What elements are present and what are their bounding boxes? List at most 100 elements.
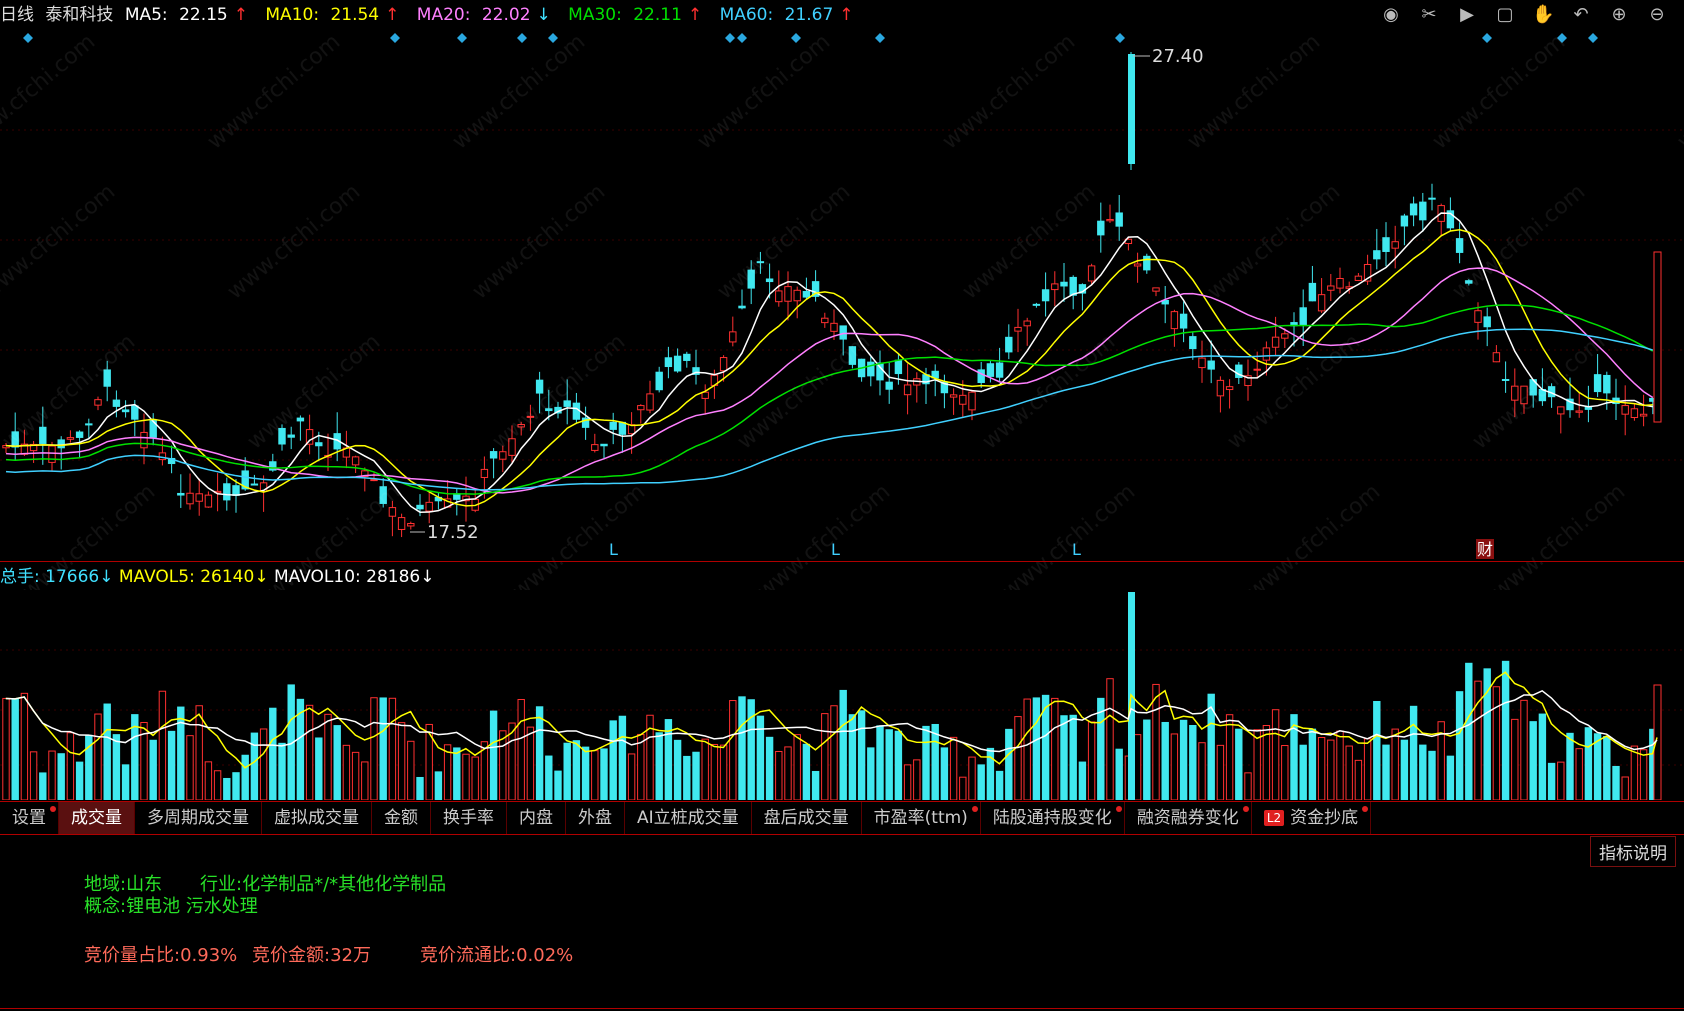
volume-bar — [959, 776, 967, 800]
volume-bar — [1087, 721, 1096, 800]
period-label[interactable]: 日线 — [0, 5, 34, 25]
volume-bar — [1373, 700, 1381, 800]
candle-body — [1653, 251, 1662, 423]
volume-bar — [922, 725, 930, 800]
watermark-text: www.cfchi.com — [243, 329, 385, 454]
volume-bar — [1630, 745, 1639, 800]
tab-3[interactable]: 虚拟成交量 — [262, 802, 372, 834]
candle-body — [572, 402, 581, 420]
candle-body — [729, 331, 737, 343]
volume-bar — [250, 732, 259, 800]
chart-header: 日线 泰和科技 MA5: 22.15 ↑ MA10: 21.54 ↑ MA20: 2… — [0, 0, 1684, 30]
volume-bar — [1216, 744, 1225, 800]
scissors-icon[interactable]: ✂ — [1418, 4, 1440, 26]
candle-body — [885, 381, 893, 390]
signal-diamond-icon — [457, 33, 467, 43]
tab-10[interactable]: 市盈率(ttm) — [862, 802, 981, 834]
watermark-text: www.cfchi.com — [713, 179, 855, 304]
volume-bar — [177, 706, 185, 800]
volume-bar — [1281, 745, 1289, 800]
signal-diamond-icon — [23, 33, 33, 43]
candle-body — [1630, 408, 1639, 419]
tab-label: 设置 — [12, 808, 46, 828]
play-icon[interactable]: ▶ — [1456, 4, 1478, 26]
candle-body — [195, 493, 203, 502]
volume-bar — [1097, 697, 1105, 800]
candle-body — [1428, 197, 1436, 200]
l-marker: L — [609, 540, 618, 559]
volume-bar — [1106, 678, 1114, 800]
ma30-line — [5, 304, 1654, 495]
tab-5[interactable]: 换手率 — [431, 802, 507, 834]
volume-bar — [811, 770, 820, 800]
volume-bar — [397, 722, 406, 800]
volume-bar — [1593, 733, 1602, 800]
volume-bar — [1032, 697, 1041, 800]
candle-body — [94, 399, 102, 406]
candle-body — [1373, 250, 1381, 260]
mavol10-readout: MAVOL10: 28186↓ — [273, 567, 435, 587]
tab-0[interactable]: 设置 — [0, 802, 59, 834]
tab-1[interactable]: 成交量 — [59, 802, 135, 834]
volume-bar — [729, 700, 737, 800]
zoom-in-icon[interactable]: ⊕ — [1608, 4, 1630, 26]
stock-name: 泰和科技 — [45, 5, 114, 25]
volume-chart[interactable] — [0, 590, 1684, 800]
candle-body — [591, 444, 599, 451]
volume-bar — [747, 699, 755, 800]
candle-body — [250, 483, 259, 486]
volume-bar — [1023, 698, 1031, 800]
volume-bar — [545, 755, 553, 800]
candle-body — [480, 468, 489, 478]
lock-icon[interactable]: ▢ — [1494, 4, 1516, 26]
volume-bar — [701, 738, 709, 800]
hand-icon[interactable]: ✋ — [1532, 4, 1554, 26]
tab-9[interactable]: 盘后成交量 — [752, 802, 862, 834]
watermark-text: www.cfchi.com — [1203, 179, 1345, 304]
tab-4[interactable]: 金额 — [372, 802, 431, 834]
candle-body — [1382, 237, 1390, 252]
candle-body — [609, 421, 617, 430]
tab-6[interactable]: 内盘 — [507, 802, 566, 834]
tab-label: 市盈率(ttm) — [873, 808, 968, 828]
candle-body — [1216, 379, 1225, 397]
tab-2[interactable]: 多周期成交量 — [135, 802, 262, 834]
tab-11[interactable]: 陆股通持股变化 — [981, 802, 1125, 834]
candle-body — [1575, 410, 1583, 413]
candle-body — [1253, 368, 1261, 371]
price-chart[interactable]: 27.4017.52L L L 财www.cfchi.com www.cfchi.com… — [0, 30, 1684, 590]
volume-bar — [1354, 759, 1363, 800]
chart-toolbar: ◉ ✂ ▶ ▢ ✋ ↶ ⊕ ⊖ — [1380, 4, 1674, 26]
volume-bar — [2, 697, 10, 800]
candle-body — [1639, 413, 1648, 417]
undo-icon[interactable]: ↶ — [1570, 4, 1592, 26]
tab-12[interactable]: 融资融券变化 — [1125, 802, 1252, 834]
candle-body — [802, 291, 811, 298]
volume-bar — [949, 736, 958, 800]
zoom-out-icon[interactable]: ⊖ — [1646, 4, 1668, 26]
tab-7[interactable]: 外盘 — [566, 802, 625, 834]
volume-bar — [462, 753, 470, 800]
ma5-readout: MA5: 22.15 ↑ — [124, 5, 248, 25]
tab-label: 换手率 — [443, 808, 494, 828]
tab-13[interactable]: L2 资金抄底 — [1252, 802, 1372, 834]
candle-body — [1593, 374, 1602, 393]
eye-icon[interactable]: ◉ — [1380, 4, 1402, 26]
watermark-text: www.cfchi.com — [468, 179, 610, 304]
volume-bar — [765, 736, 774, 800]
industry-label: 行业:化学制品*/*其他化学制品 — [200, 874, 447, 895]
l2-badge: L2 — [1263, 810, 1285, 826]
candle-body — [1336, 278, 1344, 289]
candle-body — [775, 290, 783, 303]
volume-bar — [821, 713, 829, 800]
candle-body — [1051, 283, 1059, 291]
tab-8[interactable]: AI立桩成交量 — [625, 802, 752, 834]
watermark-text: www.cfchi.com — [1223, 329, 1365, 454]
indicator-help-button[interactable]: 指标说明 — [1590, 836, 1676, 867]
volume-bar — [673, 739, 682, 800]
volume-bar — [784, 746, 792, 800]
candle-body — [112, 399, 121, 407]
volume-bar — [1492, 686, 1501, 800]
volume-bar — [1465, 662, 1473, 800]
volume-bar — [1161, 721, 1169, 800]
